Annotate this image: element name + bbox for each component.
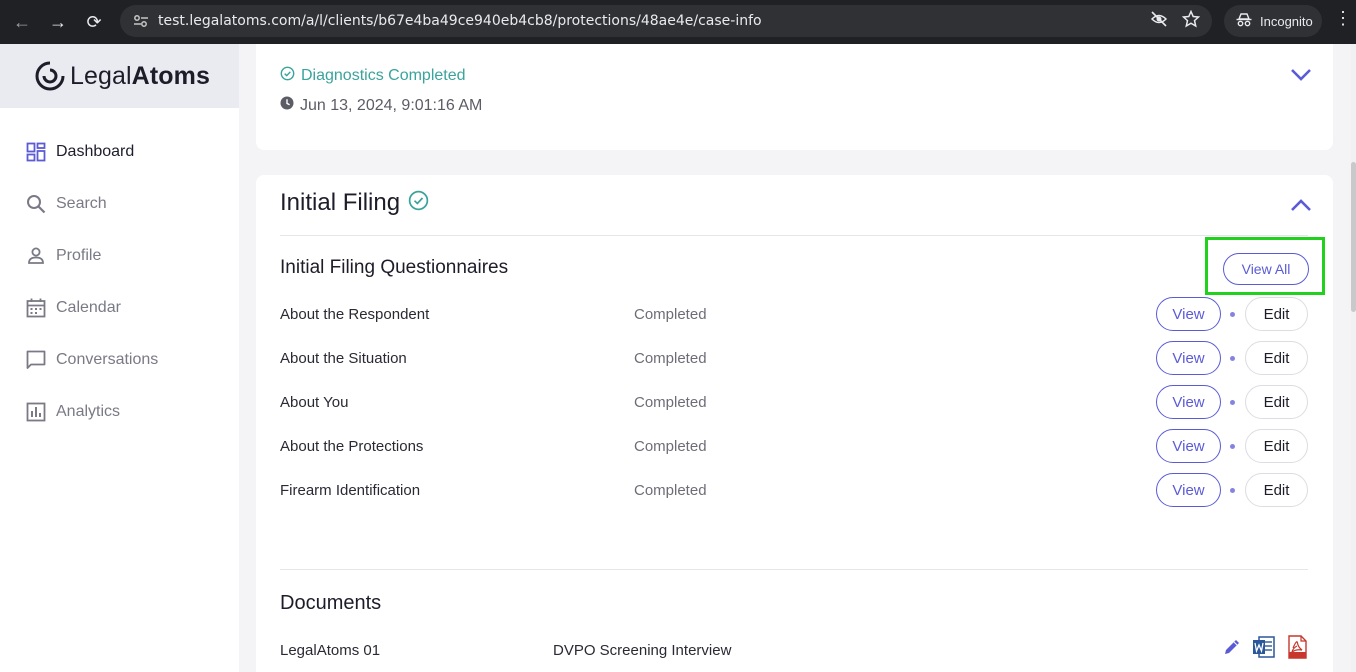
questionnaire-name: About the Situation xyxy=(280,350,407,367)
logo-text-bold: Atoms xyxy=(131,61,210,90)
questionnaire-name: Firearm Identification xyxy=(280,482,421,499)
questionnaire-row: Firearm Identification Completed View Ed… xyxy=(280,473,1310,509)
documents-title: Documents xyxy=(280,592,382,614)
edit-button[interactable]: Edit xyxy=(1245,473,1308,507)
scrollbar-thumb[interactable] xyxy=(1351,162,1356,312)
clock-icon xyxy=(280,96,294,115)
diagnostics-timestamp: Jun 13, 2024, 9:01:16 AM xyxy=(300,96,483,114)
address-bar[interactable]: test.legalatoms.com/a/l/clients/b67e4ba4… xyxy=(120,5,1212,37)
questionnaire-status: Completed xyxy=(634,350,707,367)
search-icon xyxy=(26,194,46,214)
questionnaire-name: About the Protections xyxy=(280,438,424,455)
divider xyxy=(280,569,1308,570)
edit-button[interactable]: Edit xyxy=(1245,297,1308,331)
pdf-document-icon[interactable] xyxy=(1286,635,1308,663)
sidebar-item-label: Search xyxy=(56,195,107,212)
document-name: LegalAtoms 01 xyxy=(280,642,381,659)
scrollbar[interactable] xyxy=(1351,44,1356,672)
calendar-icon xyxy=(26,298,46,318)
separator-dot xyxy=(1230,312,1235,317)
sidebar-item-profile[interactable]: Profile xyxy=(0,230,239,282)
pencil-icon[interactable] xyxy=(1222,637,1242,661)
check-circle-icon xyxy=(408,190,429,216)
reload-icon[interactable]: ⟳ xyxy=(76,4,112,40)
view-button[interactable]: View xyxy=(1156,473,1221,507)
sidebar-item-label: Conversations xyxy=(56,351,159,368)
view-button[interactable]: View xyxy=(1156,341,1221,375)
logo-text-light: Legal xyxy=(70,61,132,90)
edit-button[interactable]: Edit xyxy=(1245,385,1308,419)
sidebar-item-label: Analytics xyxy=(56,403,121,420)
divider xyxy=(280,235,1308,236)
legalatoms-logo-icon xyxy=(35,61,65,91)
incognito-icon xyxy=(1236,12,1252,30)
browser-menu-icon[interactable]: ⋮ xyxy=(1334,8,1352,29)
analytics-icon xyxy=(26,402,46,422)
sidebar-nav: Dashboard Search Profile Calendar Conver… xyxy=(0,108,239,438)
view-button[interactable]: View xyxy=(1156,385,1221,419)
separator-dot xyxy=(1230,488,1235,493)
sidebar-item-label: Dashboard xyxy=(56,143,135,160)
view-button[interactable]: View xyxy=(1156,297,1221,331)
word-document-icon[interactable] xyxy=(1252,635,1276,663)
document-row: LegalAtoms 01 DVPO Screening Interview xyxy=(280,635,1310,664)
star-icon[interactable] xyxy=(1181,9,1201,33)
questionnaire-name: About You xyxy=(280,394,349,411)
questionnaire-status: Completed xyxy=(634,394,707,411)
view-all-highlight: View All xyxy=(1205,237,1325,295)
main-content: Diagnostics Completed Jun 13, 2024, 9:01… xyxy=(239,44,1351,672)
questionnaire-row: About the Situation Completed View Edit xyxy=(280,341,1310,377)
diagnostics-card: Diagnostics Completed Jun 13, 2024, 9:01… xyxy=(256,44,1333,150)
chat-icon xyxy=(26,350,46,370)
sidebar: LegalAtoms Dashboard Search Profile Cale… xyxy=(0,44,239,672)
sidebar-item-label: Calendar xyxy=(56,299,121,316)
person-icon xyxy=(26,246,46,266)
diagnostics-status: Diagnostics Completed xyxy=(301,67,466,84)
chevron-up-icon[interactable] xyxy=(1290,198,1312,217)
view-all-button[interactable]: View All xyxy=(1223,253,1309,285)
chevron-down-icon[interactable] xyxy=(1290,68,1312,87)
questionnaire-row: About the Protections Completed View Edi… xyxy=(280,429,1310,465)
document-description: DVPO Screening Interview xyxy=(553,642,732,659)
sidebar-item-analytics[interactable]: Analytics xyxy=(0,386,239,438)
dashboard-icon xyxy=(26,142,46,162)
edit-button[interactable]: Edit xyxy=(1245,429,1308,463)
questionnaire-status: Completed xyxy=(634,306,707,323)
sidebar-item-conversations[interactable]: Conversations xyxy=(0,334,239,386)
view-button[interactable]: View xyxy=(1156,429,1221,463)
forward-icon[interactable]: → xyxy=(40,4,76,40)
url-text: test.legalatoms.com/a/l/clients/b67e4ba4… xyxy=(158,13,762,29)
sidebar-item-dashboard[interactable]: Dashboard xyxy=(0,126,239,178)
browser-toolbar: ← → ⟳ test.legalatoms.com/a/l/clients/b6… xyxy=(0,0,1356,44)
check-circle-icon xyxy=(280,66,295,86)
sidebar-item-calendar[interactable]: Calendar xyxy=(0,282,239,334)
separator-dot xyxy=(1230,400,1235,405)
questionnaires-title: Initial Filing Questionnaires xyxy=(280,257,509,278)
questionnaire-row: About the Respondent Completed View Edit xyxy=(280,297,1310,333)
incognito-label: Incognito xyxy=(1260,13,1313,29)
questionnaire-status: Completed xyxy=(634,482,707,499)
back-icon[interactable]: ← xyxy=(4,4,40,40)
sidebar-item-label: Profile xyxy=(56,247,102,264)
questionnaire-row: About You Completed View Edit xyxy=(280,385,1310,421)
logo[interactable]: LegalAtoms xyxy=(0,44,239,108)
questionnaire-status: Completed xyxy=(634,438,707,455)
separator-dot xyxy=(1230,356,1235,361)
sidebar-item-search[interactable]: Search xyxy=(0,178,239,230)
section-title: Initial Filing xyxy=(280,189,401,216)
questionnaire-name: About the Respondent xyxy=(280,306,430,323)
edit-button[interactable]: Edit xyxy=(1245,341,1308,375)
eye-off-icon[interactable] xyxy=(1150,10,1168,33)
incognito-badge[interactable]: Incognito xyxy=(1224,5,1322,37)
site-settings-icon[interactable] xyxy=(130,10,152,32)
initial-filing-card: Initial Filing Initial Filing Questionna… xyxy=(256,175,1333,672)
separator-dot xyxy=(1230,444,1235,449)
